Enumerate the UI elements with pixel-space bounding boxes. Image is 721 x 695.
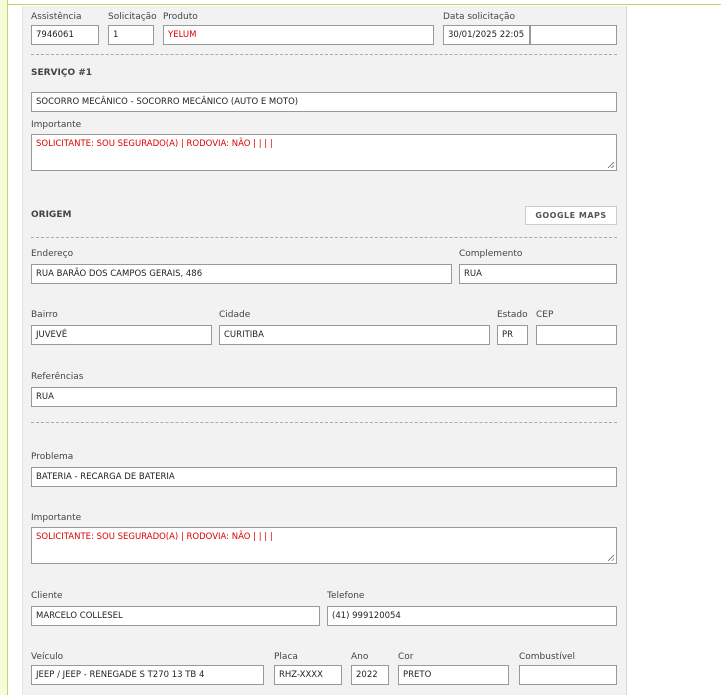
combustivel-label: Combustível — [519, 652, 576, 662]
placa-label: Placa — [274, 652, 298, 662]
cliente-field[interactable]: MARCELO COLLESEL — [31, 606, 320, 626]
produto-label: Produto — [163, 12, 198, 22]
problema-label: Problema — [31, 452, 74, 462]
servico-importante-textarea[interactable]: SOLICITANTE: SOU SEGURADO(A) | RODOVIA: … — [31, 134, 617, 171]
divider — [31, 54, 617, 55]
problema-field[interactable]: BATERIA - RECARGA DE BATERIA — [31, 467, 617, 487]
google-maps-button[interactable]: GOOGLE MAPS — [525, 206, 617, 225]
estado-label: Estado — [497, 310, 528, 320]
combustivel-field[interactable] — [519, 665, 617, 685]
telefone-field[interactable]: (41) 999120054 — [327, 606, 617, 626]
endereco-label: Endereço — [31, 249, 74, 259]
solicitacao-label: Solicitação — [108, 12, 157, 22]
cliente-label: Cliente — [31, 591, 63, 601]
left-strip — [0, 0, 8, 695]
servico-field[interactable]: SOCORRO MECÂNICO - SOCORRO MECÂNICO (AUT… — [31, 92, 617, 112]
data-label: Data solicitação — [443, 12, 516, 22]
assistencia-field[interactable]: 7946061 — [31, 25, 99, 45]
data-field[interactable]: 30/01/2025 22:05 — [443, 25, 530, 45]
cep-label: CEP — [536, 310, 554, 320]
data-extra-field[interactable] — [530, 25, 617, 45]
servico-importante-label: Importante — [31, 120, 82, 130]
problema-importante-label: Importante — [31, 513, 82, 523]
top-border — [8, 0, 721, 5]
cidade-field[interactable]: CURITIBA — [219, 325, 490, 345]
assistencia-label: Assistência — [31, 12, 82, 22]
cor-field[interactable]: PRETO — [398, 665, 509, 685]
complemento-label: Complemento — [459, 249, 523, 259]
estado-field[interactable]: PR — [497, 325, 528, 345]
referencias-label: Referências — [31, 372, 84, 382]
cor-label: Cor — [398, 652, 414, 662]
referencias-field[interactable]: RUA — [31, 387, 617, 407]
bairro-field[interactable]: JUVEVÊ — [31, 325, 212, 345]
produto-field[interactable]: YELUM — [163, 25, 434, 45]
telefone-label: Telefone — [327, 591, 365, 601]
divider — [31, 237, 617, 238]
problema-importante-textarea[interactable]: SOLICITANTE: SOU SEGURADO(A) | RODOVIA: … — [31, 527, 617, 564]
divider — [31, 422, 617, 423]
cep-field[interactable] — [536, 325, 617, 345]
solicitacao-field[interactable]: 1 — [108, 25, 154, 45]
endereco-field[interactable]: RUA BARÃO DOS CAMPOS GERAIS, 486 — [31, 264, 452, 284]
complemento-field[interactable]: RUA — [459, 264, 617, 284]
cidade-label: Cidade — [219, 310, 251, 320]
veiculo-field[interactable]: JEEP / JEEP - RENEGADE S T270 13 TB 4 — [31, 665, 264, 685]
ano-field[interactable]: 2022 — [351, 665, 389, 685]
bairro-label: Bairro — [31, 310, 58, 320]
origem-title: ORIGEM — [31, 210, 72, 220]
placa-field[interactable]: RHZ-XXXX — [274, 665, 342, 685]
servico-title: SERVIÇO #1 — [31, 68, 93, 78]
ano-label: Ano — [351, 652, 369, 662]
veiculo-label: Veículo — [31, 652, 64, 662]
